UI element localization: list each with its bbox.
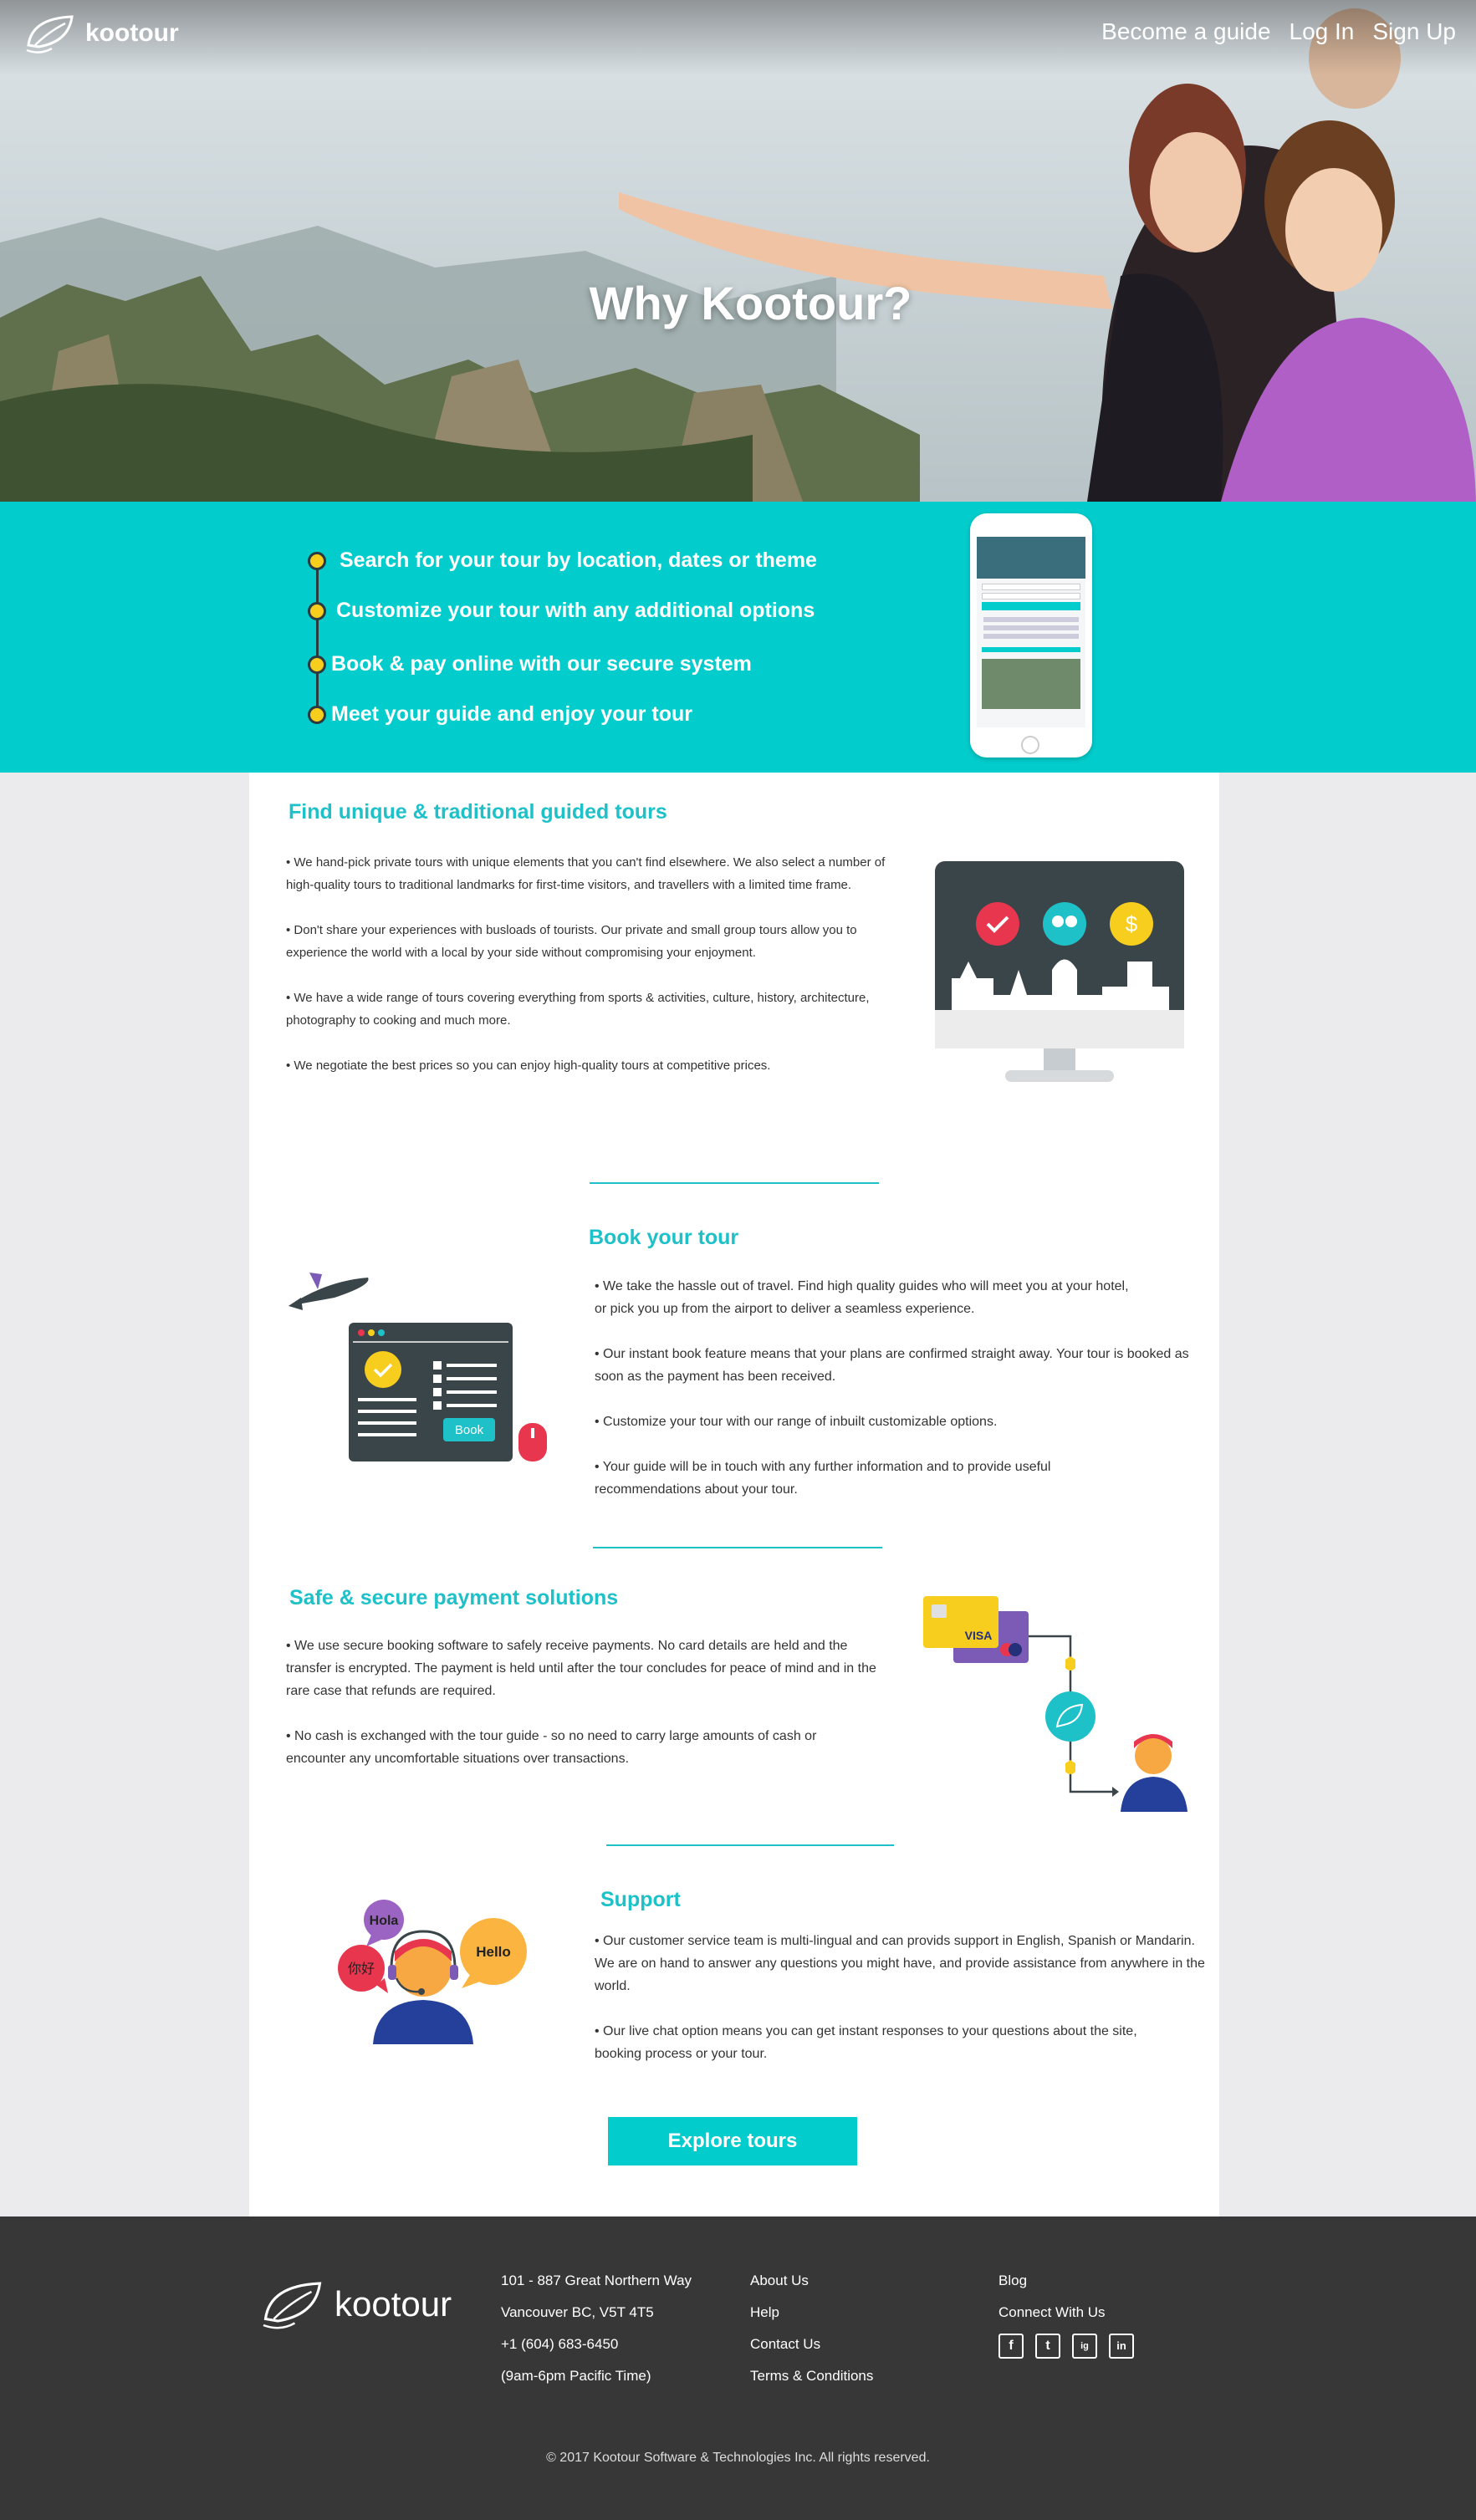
section-divider	[606, 1844, 894, 1846]
paragraph: • Don't share your experiences with busl…	[286, 923, 857, 960]
payment-heading: Safe & secure payment solutions	[289, 1586, 619, 1609]
step-item: Meet your guide and enjoy your tour	[308, 702, 692, 727]
page-title: Why Kootour?	[589, 277, 912, 329]
step-dot	[308, 601, 326, 620]
step-label: Meet your guide and enjoy your tour	[331, 702, 692, 726]
footer-links: About Us Help Contact Us Terms & Conditi…	[750, 2265, 873, 2392]
book-button-label: Book	[455, 1423, 484, 1437]
steps-band: Search for your tour by location, dates …	[0, 502, 1476, 773]
blog-link[interactable]: Blog	[998, 2265, 1134, 2297]
paragraph: • Our live chat option means you can get…	[595, 2024, 1137, 2061]
book-tour-heading: Book your tour	[589, 1226, 739, 1249]
paragraph: • Your guide will be in touch with any f…	[595, 1460, 1051, 1497]
help-link[interactable]: Help	[750, 2297, 873, 2329]
kootour-leaf-icon	[26, 15, 74, 54]
monitor-landmarks-illustration: $	[935, 861, 1184, 1082]
unique-tours-text: • We hand-pick private tours with unique…	[286, 851, 888, 1099]
signup-link[interactable]: Sign Up	[1372, 18, 1456, 45]
hero-banner: kootour Become a guide Log In Sign Up Wh…	[0, 0, 1476, 502]
linkedin-icon[interactable]: in	[1109, 2334, 1134, 2359]
visa-label: VISA	[965, 1629, 993, 1642]
hero-photo-illustration	[0, 0, 1476, 502]
footer-logo[interactable]: kootour	[259, 2277, 452, 2332]
paragraph: • Our customer service team is multi-lin…	[595, 1934, 1205, 1993]
paragraph: • No cash is exchanged with the tour gui…	[286, 1729, 817, 1766]
payment-flow-illustration: VISA	[923, 1596, 1187, 1812]
step-item: Search for your tour by location, dates …	[308, 548, 817, 573]
kootour-leaf-icon	[263, 2282, 322, 2329]
twitter-icon[interactable]: t	[1035, 2334, 1060, 2359]
step-label: Customize your tour with any additional …	[336, 599, 815, 622]
social-icons: f t ig in	[998, 2334, 1134, 2365]
about-us-link[interactable]: About Us	[750, 2265, 873, 2297]
become-guide-link[interactable]: Become a guide	[1101, 18, 1270, 45]
phone-number[interactable]: +1 (604) 683-6450	[501, 2329, 692, 2360]
phone-screen	[977, 537, 1085, 727]
step-item: Customize your tour with any additional …	[308, 599, 815, 623]
explore-tours-button[interactable]: Explore tours	[608, 2117, 857, 2165]
bubble-nihao: 你好	[348, 1961, 375, 1977]
step-label: Search for your tour by location, dates …	[340, 548, 817, 572]
copyright: © 2017 Kootour Software & Technologies I…	[546, 2451, 930, 2465]
step-dot	[308, 551, 326, 570]
bubble-hello: Hello	[476, 1944, 511, 1960]
steps-timeline	[316, 562, 319, 716]
support-agent-illustration: Hola 你好 Hello	[338, 1900, 527, 2044]
step-dot	[308, 705, 326, 724]
office-hours: (9am-6pm Pacific Time)	[501, 2368, 651, 2384]
unique-tours-heading: Find unique & traditional guided tours	[289, 800, 667, 824]
step-dot	[308, 655, 326, 674]
payment-text: • We use secure booking software to safe…	[286, 1635, 888, 1793]
footer-social: Blog Connect With Us f t ig in	[998, 2265, 1134, 2365]
paragraph: • Our instant book feature means that yo…	[595, 1347, 1189, 1384]
facebook-icon[interactable]: f	[998, 2334, 1024, 2359]
logo-text: kootour	[85, 19, 179, 47]
instagram-icon[interactable]: ig	[1072, 2334, 1097, 2359]
address-line: 101 - 887 Great Northern Way	[501, 2273, 692, 2288]
footer: kootour 101 - 887 Great Northern Way Van…	[0, 2216, 1476, 2520]
svg-text:$: $	[1126, 911, 1138, 936]
contact-us-link[interactable]: Contact Us	[750, 2329, 873, 2360]
login-link[interactable]: Log In	[1290, 18, 1355, 45]
paragraph: • We have a wide range of tours covering…	[286, 991, 870, 1028]
support-text: • Our customer service team is multi-lin…	[595, 1930, 1205, 2088]
paragraph: • We negotiate the best prices so you ca…	[286, 1059, 771, 1073]
footer-address: 101 - 887 Great Northern Way Vancouver B…	[501, 2265, 692, 2392]
phone-mockup	[970, 513, 1092, 758]
bubble-hola: Hola	[370, 1914, 399, 1928]
support-heading: Support	[600, 1888, 681, 1911]
phone-home-button	[1021, 736, 1039, 754]
step-item: Book & pay online with our secure system	[308, 652, 752, 676]
logo-text: kootour	[335, 2284, 452, 2324]
connect-label: Connect With Us	[998, 2304, 1106, 2320]
book-tour-text: • We take the hassle out of travel. Find…	[595, 1275, 1197, 1523]
header-logo[interactable]: kootour	[23, 12, 179, 55]
section-divider	[593, 1547, 882, 1548]
terms-link[interactable]: Terms & Conditions	[750, 2360, 873, 2392]
address-line: Vancouver BC, V5T 4T5	[501, 2304, 654, 2320]
top-nav: Become a guide Log In Sign Up	[1101, 18, 1456, 45]
paragraph: • We take the hassle out of travel. Find…	[595, 1279, 1129, 1316]
paragraph: • We hand-pick private tours with unique…	[286, 855, 886, 892]
paragraph: • Customize your tour with our range of …	[595, 1415, 998, 1429]
booking-illustration: Book	[289, 1273, 547, 1461]
section-divider	[590, 1182, 879, 1184]
step-label: Book & pay online with our secure system	[331, 652, 752, 676]
paragraph: • We use secure booking software to safe…	[286, 1639, 876, 1698]
